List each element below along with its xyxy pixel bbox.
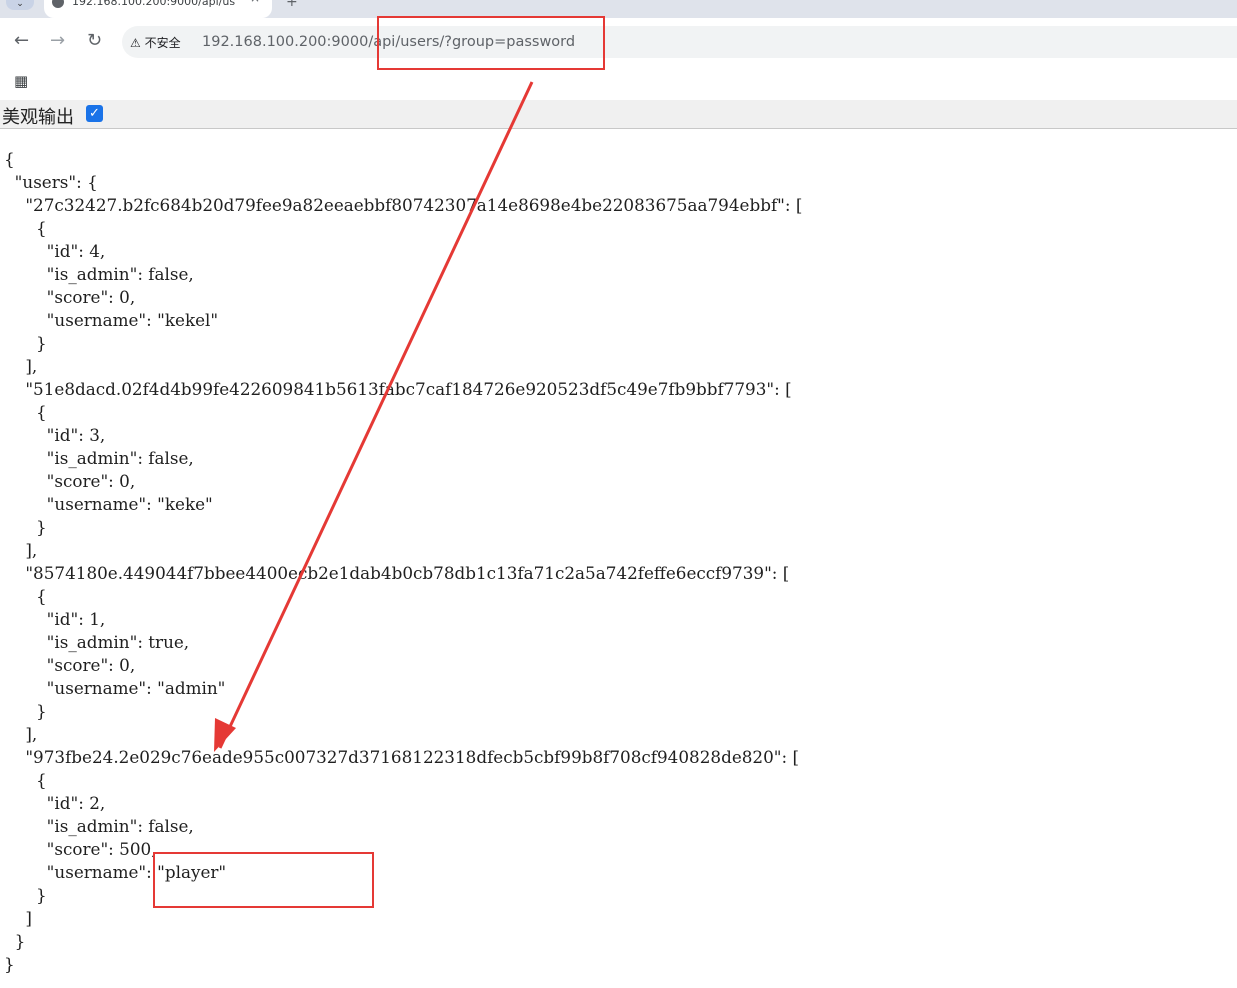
json-line: ] <box>4 908 32 928</box>
annotation-box-player <box>153 852 374 908</box>
json-line: "score": 0, <box>4 471 136 491</box>
bookmarks-bar: ▦ <box>0 66 1237 101</box>
tab-strip: ⌄ 192.168.100.200:9000/api/us × + <box>0 0 1237 18</box>
json-line: } <box>4 701 47 721</box>
json-line: } <box>4 333 47 353</box>
reload-icon[interactable]: ↻ <box>87 32 102 50</box>
url-host: 192.168.100.200:9000 <box>202 34 369 50</box>
json-line: { <box>4 149 15 169</box>
annotation-box-url <box>377 16 605 70</box>
json-line: "users": { <box>4 172 98 192</box>
json-line: "973fbe24.2e029c76eade955c007327d3716812… <box>4 747 800 767</box>
json-line: "username": "keke" <box>4 494 213 514</box>
pretty-print-checkbox[interactable]: ✓ <box>86 105 103 122</box>
json-line: "id": 2, <box>4 793 106 813</box>
json-line: { <box>4 770 47 790</box>
json-line: ], <box>4 724 38 744</box>
address-bar[interactable]: ⚠ 不安全 192.168.100.200:9000/api/users/?gr… <box>122 26 1237 58</box>
json-line: "27c32427.b2fc684b20d79fee9a82eeaebbf807… <box>4 195 803 215</box>
apps-grid-icon[interactable]: ▦ <box>14 72 28 90</box>
json-line: "is_admin": false, <box>4 816 194 836</box>
json-line: "8574180e.449044f7bbee4400ecb2e1dab4b0cb… <box>4 563 790 583</box>
tab-search-icon[interactable]: ⌄ <box>6 0 34 10</box>
json-line: ], <box>4 356 38 376</box>
pretty-print-bar: 美观输出 ✓ <box>0 100 1237 129</box>
json-line: "id": 4, <box>4 241 106 261</box>
new-tab-button[interactable]: + <box>286 0 298 10</box>
json-line: "score": 500, <box>4 839 157 859</box>
json-line: } <box>4 517 47 537</box>
json-line: "username": "admin" <box>4 678 226 698</box>
json-line: "id": 3, <box>4 425 106 445</box>
pretty-print-label: 美观输出 <box>2 107 74 128</box>
json-line: "is_admin": false, <box>4 448 194 468</box>
json-line: { <box>4 586 47 606</box>
json-line: "id": 1, <box>4 609 106 629</box>
json-body: { "users": { "27c32427.b2fc684b20d79fee9… <box>4 148 802 976</box>
json-line: { <box>4 402 47 422</box>
json-line: } <box>4 931 26 951</box>
json-line: "score": 0, <box>4 287 136 307</box>
json-line: } <box>4 954 15 974</box>
forward-arrow-icon[interactable]: → <box>50 32 65 50</box>
json-line: { <box>4 218 47 238</box>
json-line: "is_admin": false, <box>4 264 194 284</box>
json-line: } <box>4 885 47 905</box>
browser-tab[interactable]: 192.168.100.200:9000/api/us × <box>44 0 272 18</box>
browser-toolbar: ← → ↻ ⚠ 不安全 192.168.100.200:9000/api/use… <box>0 18 1237 66</box>
tab-title: 192.168.100.200:9000/api/us <box>72 0 236 8</box>
back-arrow-icon[interactable]: ← <box>14 32 29 50</box>
json-line: "51e8dacd.02f4d4b99fe422609841b5613fabc7… <box>4 379 792 399</box>
globe-icon <box>52 0 64 8</box>
json-line: "is_admin": true, <box>4 632 190 652</box>
json-line: "score": 0, <box>4 655 136 675</box>
warning-icon: ⚠ <box>130 36 141 50</box>
json-line: "username": "kekel" <box>4 310 219 330</box>
insecure-label: 不安全 <box>144 36 181 50</box>
json-line: ], <box>4 540 38 560</box>
insecure-indicator[interactable]: ⚠ 不安全 <box>130 34 181 51</box>
